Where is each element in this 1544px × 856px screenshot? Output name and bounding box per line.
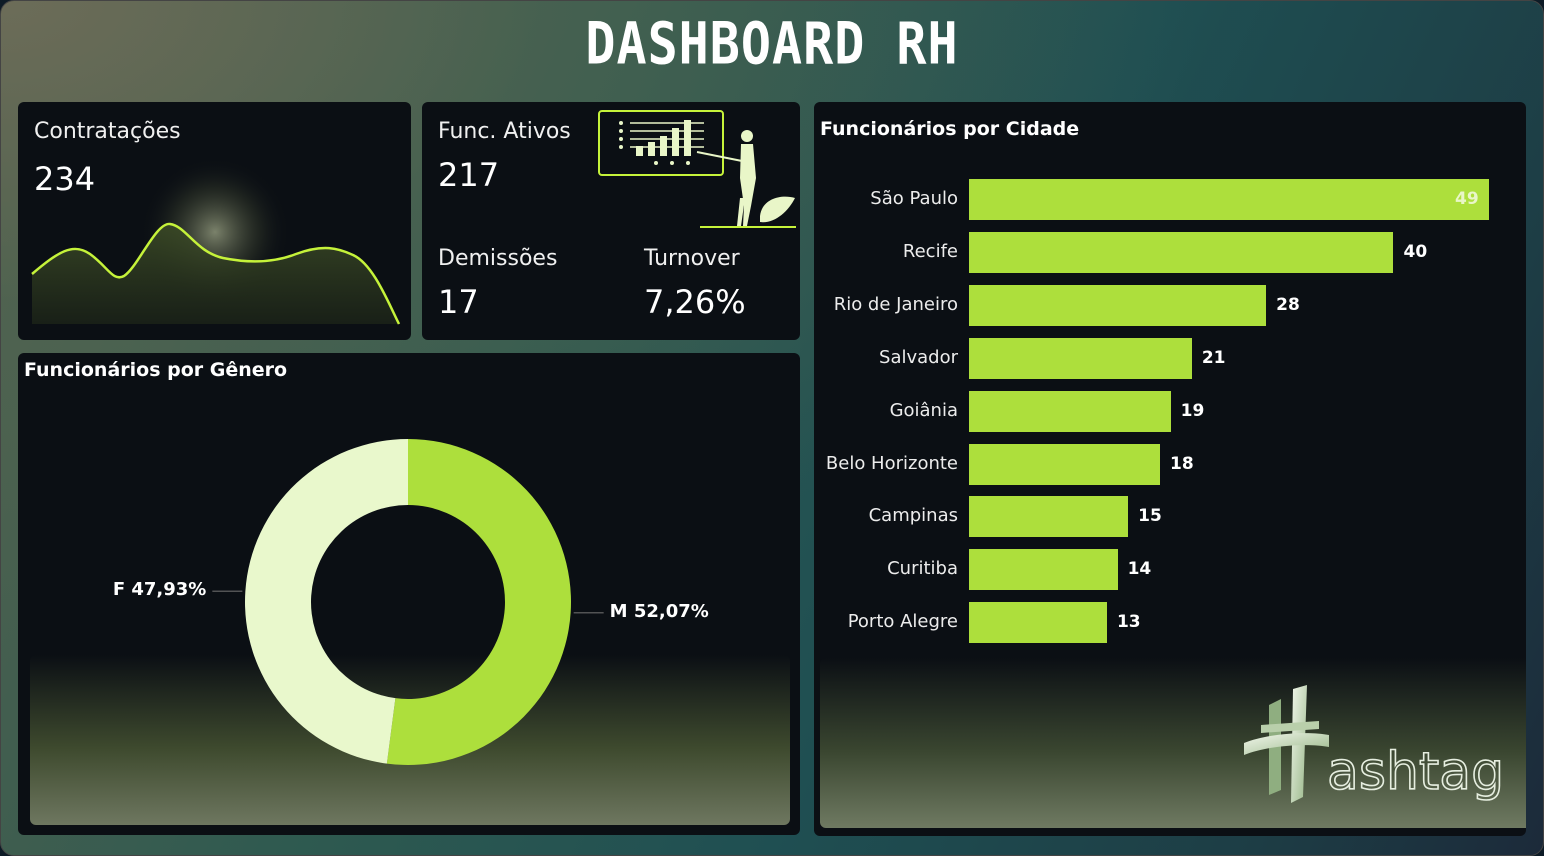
bar-value-label: 19 (1180, 400, 1205, 421)
svg-text:ashtag: ashtag (1327, 742, 1504, 802)
bar-label: São Paulo (870, 188, 958, 209)
bar[interactable] (969, 443, 1161, 485)
city-chart-card[interactable]: Funcionários por Cidade São Paulo 49 Recif… (814, 102, 1526, 836)
hashtag-logo-icon: ashtag (1244, 685, 1505, 803)
donut-label-f: F 47,93% (112, 579, 207, 601)
func-ativos-label: Func. Ativos (438, 119, 571, 144)
kpi-card[interactable]: Func. Ativos 217 Demissões 17 Turnover 7… (422, 102, 800, 340)
bar-label: Salvador (879, 346, 958, 368)
bar[interactable] (969, 337, 1192, 379)
bar[interactable] (969, 179, 1489, 220)
bar-label: Goiânia (889, 399, 958, 421)
bar[interactable] (969, 549, 1118, 591)
bar[interactable] (969, 284, 1267, 326)
bar-value-label: 14 (1127, 559, 1152, 580)
contratacoes-card[interactable]: Contratações 234 (18, 102, 411, 340)
bar-value-label: 21 (1201, 347, 1226, 368)
bar[interactable] (969, 602, 1107, 644)
presentation-icon (598, 110, 796, 228)
bar-value-label: 28 (1276, 294, 1300, 315)
bar-label: Campinas (868, 505, 958, 527)
demissoes-label: Demissões (438, 246, 558, 271)
dashboard-frame: DASHBOARD RH Contratações 234 Func. Ativ… (0, 0, 1544, 856)
bar-label: Belo Horizonte (825, 452, 958, 474)
page-title: DASHBOARD RH (585, 10, 959, 78)
bar-label: Recife (902, 240, 958, 262)
bar[interactable] (969, 496, 1129, 538)
bar-value-label: 13 (1116, 612, 1141, 633)
donut-slice-f[interactable] (245, 439, 408, 764)
bar-label: Rio de Janeiro (833, 293, 958, 315)
bar-label: Curitiba (887, 558, 958, 580)
contratacoes-sparkline (31, 157, 401, 325)
func-ativos-value: 217 (438, 156, 500, 194)
bar[interactable] (969, 390, 1171, 432)
bar-value-label: 18 (1170, 453, 1194, 474)
bar-value-label: 49 (1455, 189, 1479, 209)
gender-chart-card[interactable]: Funcionários por Gênero M 52,07% F 47,93… (18, 353, 800, 835)
demissoes-value: 17 (438, 283, 479, 321)
turnover-label: Turnover (644, 246, 740, 271)
bar[interactable] (969, 231, 1394, 273)
turnover-value: 7,26% (644, 283, 746, 321)
bar-label: Porto Alegre (847, 611, 958, 633)
donut-label-m: M 52,07% (609, 600, 709, 622)
donut-slice-m[interactable] (386, 439, 571, 766)
bar-value-label: 40 (1403, 241, 1428, 262)
bar-value-label: 15 (1138, 506, 1162, 527)
